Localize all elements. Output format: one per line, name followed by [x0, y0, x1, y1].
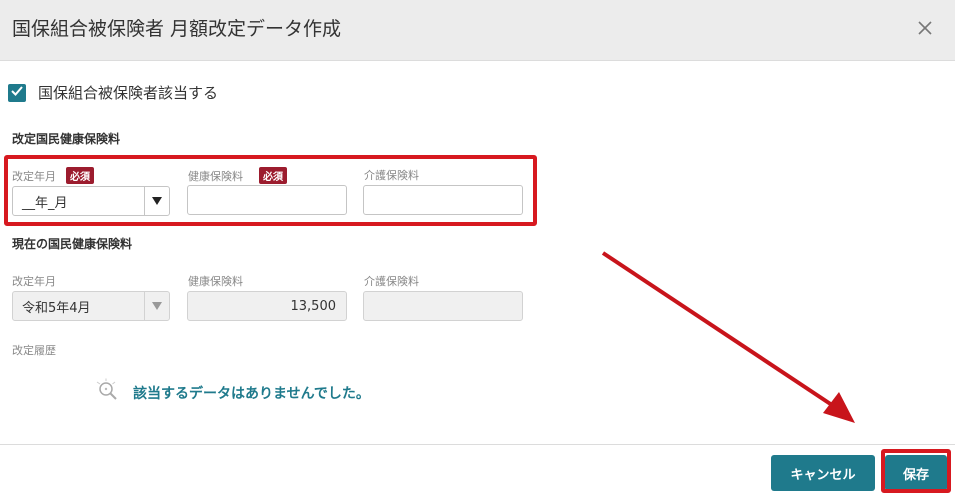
- annotation-save-highlight: [881, 449, 951, 493]
- checkmark-icon: [10, 83, 24, 102]
- current-insurance-fee-label: 健康保険料: [188, 275, 243, 288]
- current-insurance-fee-field: 13,500: [187, 291, 347, 321]
- current-revision-month-label: 改定年月: [12, 275, 56, 288]
- cancel-button[interactable]: キャンセル: [771, 455, 875, 491]
- close-button[interactable]: [909, 14, 941, 46]
- dialog-header: 国保組合被保険者 月額改定データ作成: [0, 0, 955, 61]
- chevron-down-icon: [144, 292, 169, 320]
- history-label: 改定履歴: [12, 344, 56, 357]
- current-care-fee-label: 介護保険料: [364, 275, 419, 288]
- current-care-fee-field: [363, 291, 523, 321]
- footer-divider: [0, 444, 955, 445]
- current-fee-heading: 現在の国民健康保険料: [12, 237, 133, 251]
- close-icon: [917, 20, 933, 40]
- current-insurance-fee-value: 13,500: [290, 298, 337, 314]
- kokuho-checkbox-row[interactable]: 国保組合被保険者該当する: [8, 82, 218, 103]
- search-empty-icon: [95, 378, 121, 408]
- annotation-arrow: [601, 251, 855, 423]
- current-revision-month-select: 令和5年4月: [12, 291, 170, 321]
- current-revision-month-value: 令和5年4月: [22, 300, 91, 316]
- new-fee-heading: 改定国民健康保険料: [12, 132, 121, 146]
- empty-message-text: 該当するデータはありませんでした。: [133, 386, 370, 402]
- dialog-title: 国保組合被保険者 月額改定データ作成: [12, 18, 342, 40]
- empty-message: 該当するデータはありませんでした。: [95, 378, 370, 408]
- annotation-highlight-box: [4, 155, 537, 226]
- kokuho-checkbox-label: 国保組合被保険者該当する: [38, 84, 219, 102]
- kokuho-checkbox[interactable]: [8, 83, 26, 102]
